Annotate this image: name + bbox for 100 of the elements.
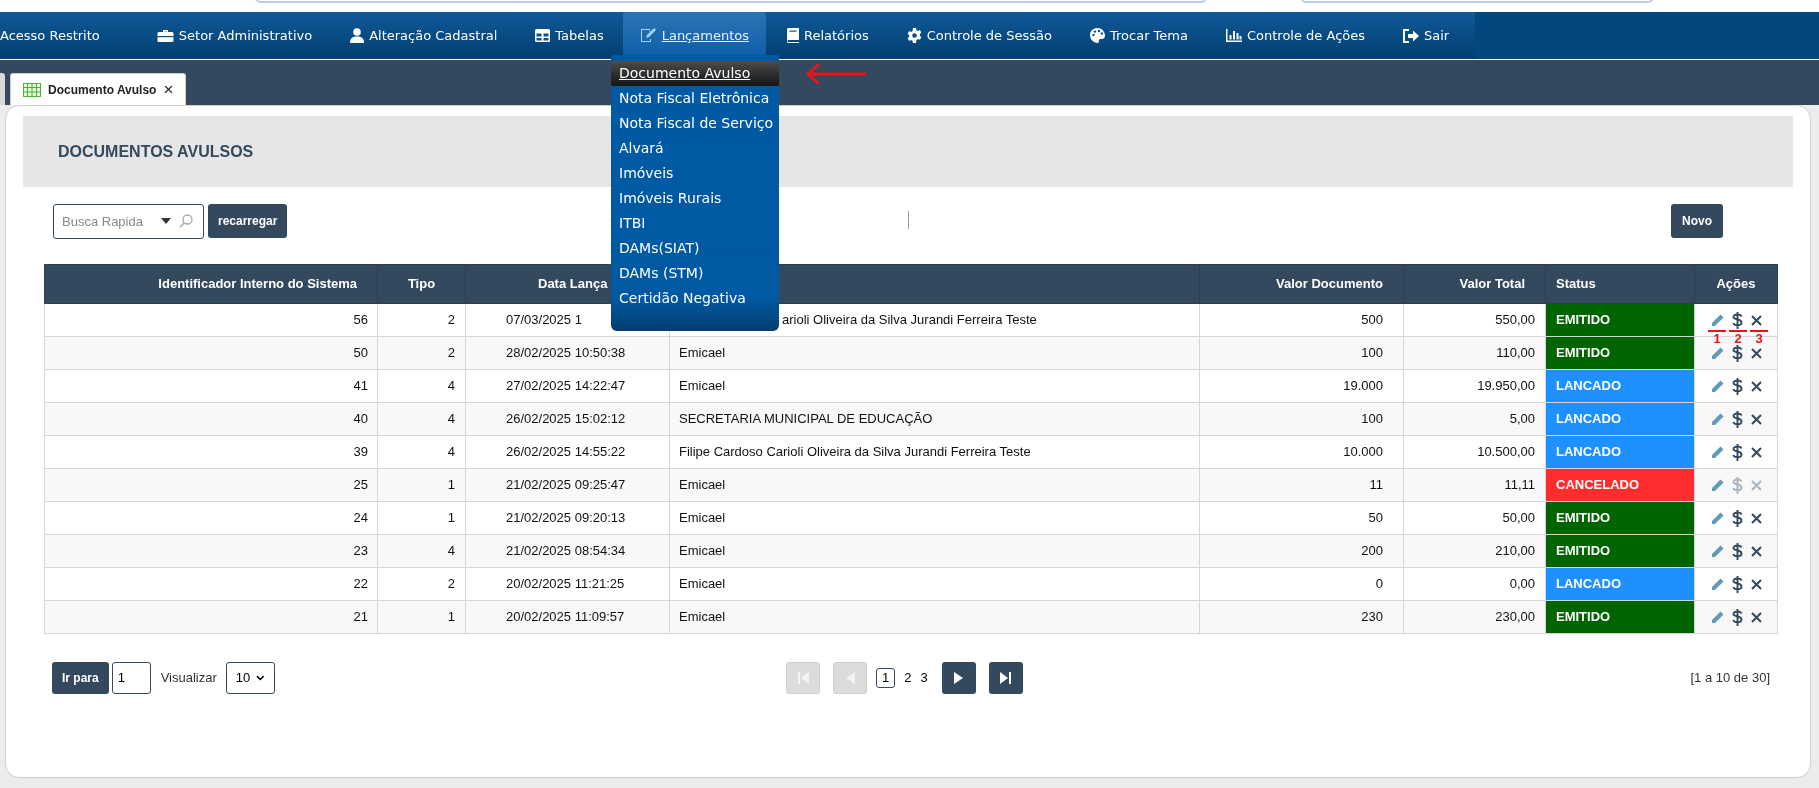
menu-item[interactable]: DAMs (STM) xyxy=(611,261,779,286)
menu-item[interactable]: Imóveis xyxy=(611,161,779,186)
edit-button[interactable] xyxy=(1710,544,1724,558)
edit-button[interactable] xyxy=(1710,379,1724,393)
pencil-icon xyxy=(1710,445,1724,459)
delete-button[interactable] xyxy=(1750,578,1762,590)
bar-chart-icon xyxy=(1225,29,1242,42)
last-page-button[interactable] xyxy=(988,661,1023,694)
edit-button[interactable] xyxy=(1710,610,1724,624)
table-cell-text: Emicael xyxy=(679,344,726,363)
delete-button[interactable] xyxy=(1750,545,1762,557)
search-field[interactable]: Busca Rapida xyxy=(53,203,204,239)
table-cell: 07/03/2025 1 xyxy=(506,312,582,328)
new-button[interactable]: Novo xyxy=(1671,204,1723,238)
menu-item[interactable]: Nota Fiscal de Serviço xyxy=(611,111,779,136)
payment-button[interactable] xyxy=(1731,311,1743,329)
payment-button[interactable] xyxy=(1731,542,1743,560)
column-header: Valor Documento xyxy=(1276,276,1383,292)
table-cell: 4 xyxy=(447,444,455,460)
nav-item[interactable]: Alteração Cadastral xyxy=(331,12,517,59)
sign-out-icon xyxy=(1403,28,1419,43)
edit-button[interactable] xyxy=(1710,313,1724,327)
menu-item[interactable]: Documento Avulso xyxy=(611,61,779,86)
status-badge: LANCADO xyxy=(1546,370,1694,402)
table-cell: 50 xyxy=(353,345,368,361)
next-page-button[interactable] xyxy=(941,661,976,694)
number-annotation: 2 xyxy=(1729,330,1747,345)
table-cell: 26/02/2025 14:55:22 xyxy=(506,444,626,460)
close-icon xyxy=(1750,347,1762,359)
edit-button[interactable] xyxy=(1710,346,1724,360)
status-badge: EMITIDO xyxy=(1546,601,1694,633)
delete-button[interactable] xyxy=(1750,512,1762,524)
table-cell: 24 xyxy=(353,510,368,526)
page-link[interactable]: 1 xyxy=(876,667,896,688)
payment-button[interactable] xyxy=(1731,608,1743,626)
table-cell: 11,11 xyxy=(1504,477,1535,493)
payment-button[interactable] xyxy=(1731,575,1743,593)
table-cell: 550,00 xyxy=(1495,312,1535,328)
dollar-icon xyxy=(1731,476,1743,494)
page-link[interactable]: 2 xyxy=(904,667,912,688)
nav-item[interactable]: Trocar Tema xyxy=(1070,12,1207,59)
reload-button[interactable]: recarregar xyxy=(208,204,288,238)
close-icon xyxy=(1750,545,1762,557)
table-cell: 500 xyxy=(1361,312,1383,328)
pencil-icon xyxy=(1710,346,1724,360)
delete-button[interactable] xyxy=(1750,413,1762,425)
page-size-select[interactable]: 10 xyxy=(225,661,275,694)
edit-button[interactable] xyxy=(1710,445,1724,459)
menu-item[interactable]: ITBI xyxy=(611,211,779,236)
go-to-button[interactable]: Ir para xyxy=(52,661,109,694)
edit-button[interactable] xyxy=(1710,478,1724,492)
edit-button[interactable] xyxy=(1710,577,1724,591)
page-input[interactable]: 1 xyxy=(111,661,151,694)
payment-button[interactable] xyxy=(1731,377,1743,395)
table-cell: 50 xyxy=(1368,510,1383,526)
close-button[interactable]: × xyxy=(163,81,174,98)
delete-button[interactable] xyxy=(1750,380,1762,392)
table-cell: 4 xyxy=(447,411,455,427)
nav-item[interactable]: Controle de Ações xyxy=(1206,12,1384,59)
table-cell: 110,00 xyxy=(1496,345,1535,361)
column-header: Valor Total xyxy=(1459,276,1525,292)
payment-button[interactable] xyxy=(1731,443,1743,461)
pencil-icon xyxy=(1710,511,1724,525)
delete-button[interactable] xyxy=(1750,611,1762,623)
nav-item[interactable]: Acesso Restrito xyxy=(0,12,138,59)
table-cell: 21/02/2025 09:20:13 xyxy=(506,510,626,526)
delete-button[interactable] xyxy=(1750,347,1762,359)
table-cell-text: SECRETARIA MUNICIPAL DE EDUCAÇÃO xyxy=(679,410,933,429)
menu-item[interactable]: Nota Fiscal Eletrônica xyxy=(611,86,779,111)
triangle-right-icon xyxy=(954,671,964,684)
pencil-icon xyxy=(1710,412,1724,426)
table-cell: 22 xyxy=(353,576,368,592)
delete-button[interactable] xyxy=(1750,446,1762,458)
nav-item[interactable]: Sair xyxy=(1384,12,1476,59)
table-cell: 0,00 xyxy=(1509,576,1535,592)
column-header: Data Lança xyxy=(538,276,608,292)
page-link[interactable]: 3 xyxy=(920,667,928,688)
settings-icon xyxy=(906,28,922,43)
payment-button[interactable] xyxy=(1731,410,1743,428)
menu-item[interactable]: DAMs(SIAT) xyxy=(611,236,779,261)
menu-item[interactable]: Imóveis Rurais xyxy=(611,186,779,211)
edit-button[interactable] xyxy=(1710,511,1724,525)
briefcase-icon xyxy=(156,28,174,43)
delete-button[interactable] xyxy=(1750,314,1762,326)
menu-item[interactable]: Certidão Negativa xyxy=(611,286,779,311)
dollar-icon xyxy=(1731,377,1743,395)
payment-button[interactable] xyxy=(1731,344,1743,362)
nav-item[interactable]: Setor Administrativo xyxy=(137,12,332,59)
tab[interactable]: Documento Avulso × xyxy=(10,73,187,105)
page-size-value: 10 xyxy=(235,668,251,687)
edit-button[interactable] xyxy=(1710,412,1724,426)
table-cell-text: Emicael xyxy=(679,476,726,495)
payment-button[interactable] xyxy=(1731,509,1743,527)
nav-item[interactable]: Controle de Sessão xyxy=(887,12,1071,59)
table-cell: 2 xyxy=(447,576,455,592)
table-cell-text: Emicael xyxy=(679,608,726,627)
caret-icon xyxy=(161,217,171,224)
nav-item[interactable]: Relatórios xyxy=(766,12,888,59)
table-cell: 100 xyxy=(1361,411,1383,427)
menu-item[interactable]: Alvará xyxy=(611,136,779,161)
